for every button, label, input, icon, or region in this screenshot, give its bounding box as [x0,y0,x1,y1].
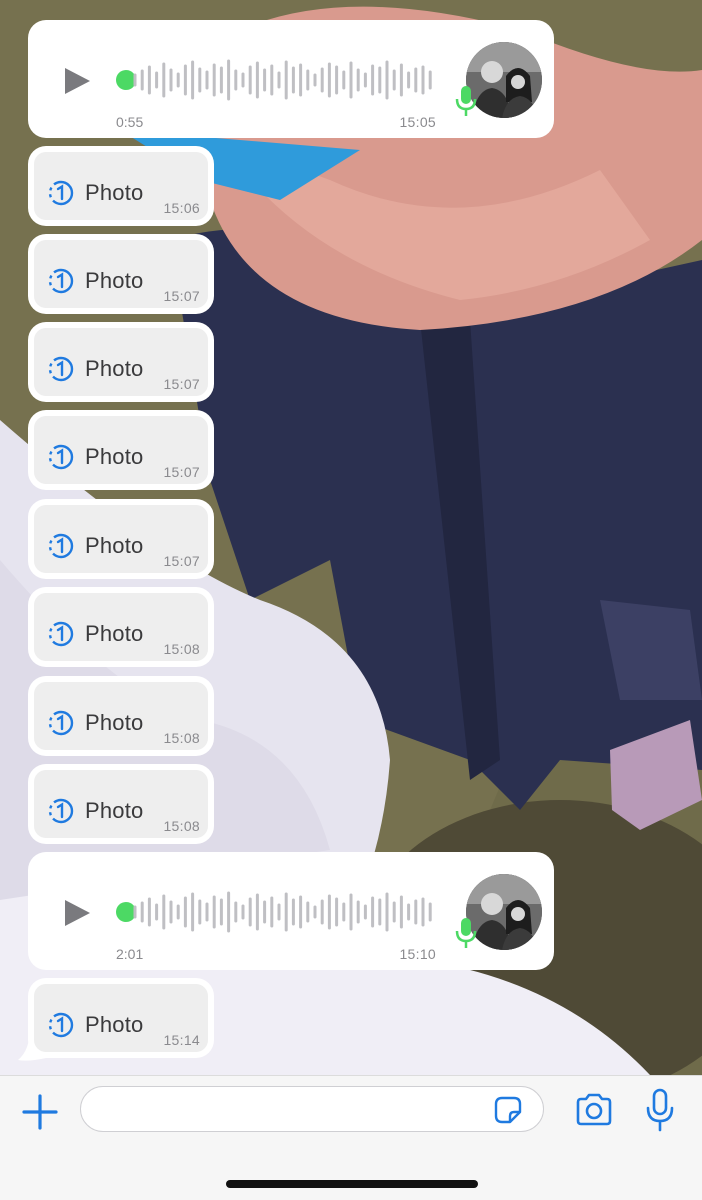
waveform[interactable] [132,58,438,102]
view-once-icon [48,356,74,382]
microphone-badge-icon [455,918,477,948]
view-once-icon [48,621,74,647]
message-time: 15:07 [163,288,200,304]
voice-message[interactable]: 0:55 15:05 [28,20,554,138]
photo-label: Photo [85,710,144,735]
sticker-icon[interactable] [492,1094,524,1126]
message-time: 15:10 [399,946,436,962]
message-time: 15:08 [163,730,200,746]
photo-message[interactable]: Photo 15:08 [28,676,214,756]
view-once-icon [48,444,74,470]
message-time: 15:08 [163,641,200,657]
photo-message[interactable]: Photo 15:07 [28,234,214,314]
photo-message[interactable]: Photo 15:14 [28,978,214,1058]
plus-icon[interactable] [20,1092,60,1132]
photo-message[interactable]: Photo 15:07 [28,499,214,579]
photo-label: Photo [85,268,144,293]
message-time: 15:08 [163,818,200,834]
photo-label: Photo [85,1012,144,1037]
photo-label: Photo [85,621,144,646]
view-once-icon [48,798,74,824]
message-time: 15:07 [163,553,200,569]
photo-label: Photo [85,533,144,558]
view-once-icon [48,180,74,206]
message-time: 15:05 [399,114,436,130]
play-icon[interactable] [62,898,92,928]
microphone-badge-icon [455,86,477,116]
view-once-icon [48,268,74,294]
message-input-bar [0,1075,702,1200]
photo-label: Photo [85,180,144,205]
message-time: 15:14 [163,1032,200,1048]
voice-duration: 2:01 [116,946,144,962]
photo-label: Photo [85,444,144,469]
message-input[interactable] [80,1086,544,1132]
photo-message[interactable]: Photo 15:07 [28,322,214,402]
voice-message[interactable]: 2:01 15:10 [28,852,554,970]
camera-icon[interactable] [574,1092,614,1128]
view-once-icon [48,1012,74,1038]
photo-message[interactable]: Photo 15:07 [28,410,214,490]
message-time: 15:07 [163,376,200,392]
play-icon[interactable] [62,66,92,96]
message-time: 15:06 [163,200,200,216]
photo-message[interactable]: Photo 15:08 [28,587,214,667]
microphone-icon[interactable] [645,1088,675,1132]
view-once-icon [48,710,74,736]
message-time: 15:07 [163,464,200,480]
photo-message[interactable]: Photo 15:06 [28,146,214,226]
view-once-icon [48,533,74,559]
voice-duration: 0:55 [116,114,144,130]
waveform[interactable] [132,890,438,934]
photo-label: Photo [85,356,144,381]
photo-label: Photo [85,798,144,823]
photo-message[interactable]: Photo 15:08 [28,764,214,844]
home-indicator [226,1180,478,1188]
